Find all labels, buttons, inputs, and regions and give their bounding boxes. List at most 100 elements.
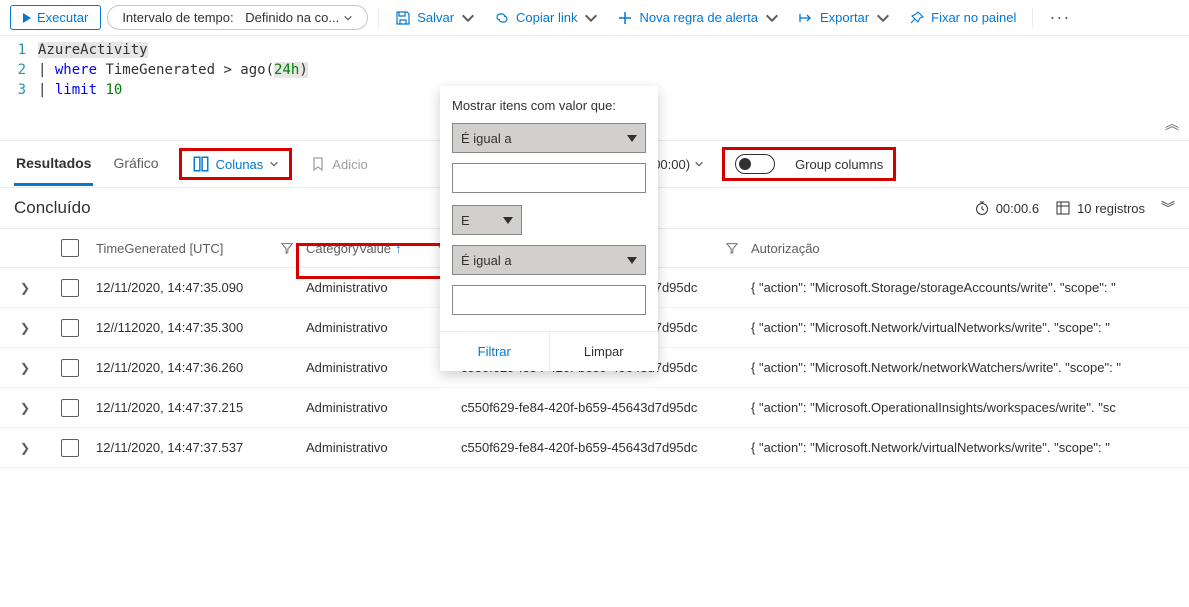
cell-correlation: c550f629-fe84-420f-b659-45643d7d95dc xyxy=(455,440,745,455)
expand-row-icon[interactable]: ❯ xyxy=(0,441,50,455)
cell-category: Administrativo xyxy=(300,320,455,335)
col-header-timegen[interactable]: TimeGenerated [UTC] xyxy=(90,241,300,256)
export-label: Exportar xyxy=(820,10,869,25)
dropdown-icon xyxy=(503,217,513,224)
cell-authorization: { "action": "Microsoft.Storage/storageAc… xyxy=(745,280,1189,295)
cell-category: Administrativo xyxy=(300,280,455,295)
record-count: 10 registros xyxy=(1055,200,1145,216)
cell-timegen: 12/11/2020, 14:47:36.260 xyxy=(90,360,300,375)
filter-popup-title: Mostrar itens com valor que: xyxy=(452,98,646,113)
time-range-value: Definido na co... xyxy=(245,10,339,25)
new-alert-button[interactable]: Nova regra de alerta xyxy=(611,6,786,30)
toolbar: Executar Intervalo de tempo: Definido na… xyxy=(0,0,1189,36)
filter-condition-2[interactable]: É igual a xyxy=(452,245,646,275)
cell-timegen: 12/11/2020, 14:47:35.090 xyxy=(90,280,300,295)
time-range-pill[interactable]: Intervalo de tempo: Definido na co... xyxy=(107,5,368,30)
dropdown-icon xyxy=(627,135,637,142)
cell-authorization: { "action": "Microsoft.OperationalInsigh… xyxy=(745,400,1189,415)
cell-timegen: 12//112020, 14:47:35.300 xyxy=(90,320,300,335)
divider xyxy=(378,8,379,28)
cell-correlation: c550f629-fe84-420f-b659-45643d7d95dc xyxy=(455,400,745,415)
cell-timegen: 12/11/2020, 14:47:37.215 xyxy=(90,400,300,415)
filter-value-1[interactable] xyxy=(452,163,646,193)
col-select-all[interactable] xyxy=(50,239,90,257)
chevron-down-icon xyxy=(764,10,780,26)
play-icon xyxy=(23,13,31,23)
pin-button[interactable]: Fixar no painel xyxy=(903,6,1022,30)
plus-icon xyxy=(617,10,633,26)
row-checkbox[interactable] xyxy=(50,279,90,297)
pin-icon xyxy=(909,10,925,26)
line-number: 3 xyxy=(0,80,38,100)
cell-authorization: { "action": "Microsoft.Network/virtualNe… xyxy=(745,320,1189,335)
copy-link-button[interactable]: Copiar link xyxy=(488,6,605,30)
more-button[interactable]: ··· xyxy=(1043,7,1076,28)
row-checkbox[interactable] xyxy=(50,399,90,417)
table-row[interactable]: ❯ 12/11/2020, 14:47:37.215 Administrativ… xyxy=(0,388,1189,428)
filter-popup: Mostrar itens com valor que: É igual a E… xyxy=(440,86,658,371)
chevron-down-icon xyxy=(343,13,353,23)
col-header-category[interactable]: CategoryValue ↑ xyxy=(300,241,455,256)
collapse-icon[interactable]: ︽ xyxy=(1165,114,1179,134)
filter-value-2[interactable] xyxy=(452,285,646,315)
filter-condition-1[interactable]: É igual a xyxy=(452,123,646,153)
expand-row-icon[interactable]: ❯ xyxy=(0,281,50,295)
run-label: Executar xyxy=(37,10,88,25)
columns-icon xyxy=(192,155,210,173)
save-button[interactable]: Salvar xyxy=(389,6,482,30)
copy-link-label: Copiar link xyxy=(516,10,577,25)
filter-icon[interactable] xyxy=(280,241,294,255)
save-icon xyxy=(395,10,411,26)
list-icon xyxy=(1055,200,1071,216)
tab-chart[interactable]: Gráfico xyxy=(111,143,160,186)
cell-timegen: 12/11/2020, 14:47:37.537 xyxy=(90,440,300,455)
chevron-down-icon xyxy=(460,10,476,26)
pin-label: Fixar no painel xyxy=(931,10,1016,25)
divider xyxy=(1032,8,1033,28)
table-row[interactable]: ❯ 12/11/2020, 14:47:37.537 Administrativ… xyxy=(0,428,1189,468)
expand-row-icon[interactable]: ❯ xyxy=(0,401,50,415)
status-completed: Concluído xyxy=(14,198,91,218)
expand-row-icon[interactable]: ❯ xyxy=(0,321,50,335)
checkbox[interactable] xyxy=(61,239,79,257)
stopwatch-icon xyxy=(974,200,990,216)
columns-label: Colunas xyxy=(216,157,264,172)
expand-icon[interactable]: ︾ xyxy=(1161,198,1175,218)
cell-category: Administrativo xyxy=(300,360,455,375)
col-header-authorization[interactable]: Autorização xyxy=(745,241,1189,256)
filter-icon[interactable] xyxy=(725,241,739,255)
columns-highlight: Colunas xyxy=(179,148,293,180)
row-checkbox[interactable] xyxy=(50,439,90,457)
add-label: Adicio xyxy=(332,157,367,172)
chevron-down-icon xyxy=(694,159,704,169)
chevron-down-icon xyxy=(875,10,891,26)
filter-clear-button[interactable]: Limpar xyxy=(549,332,659,371)
cell-category: Administrativo xyxy=(300,440,455,455)
sort-asc-icon: ↑ xyxy=(395,241,402,256)
group-columns-label: Group columns xyxy=(795,157,883,172)
time-range-label: Intervalo de tempo: xyxy=(122,10,233,25)
row-checkbox[interactable] xyxy=(50,319,90,337)
group-columns-highlight: Group columns xyxy=(722,147,896,181)
expand-row-icon[interactable]: ❯ xyxy=(0,361,50,375)
export-icon xyxy=(798,10,814,26)
add-bookmark-button[interactable]: Adicio xyxy=(310,156,367,172)
chevron-down-icon xyxy=(583,10,599,26)
group-columns-toggle[interactable] xyxy=(735,154,775,174)
columns-button[interactable]: Colunas xyxy=(192,155,280,173)
cell-category: Administrativo xyxy=(300,400,455,415)
save-label: Salvar xyxy=(417,10,454,25)
filter-apply-button[interactable]: Filtrar xyxy=(440,332,549,371)
elapsed-time: 00:00.6 xyxy=(974,200,1039,216)
chevron-down-icon xyxy=(269,159,279,169)
tab-results[interactable]: Resultados xyxy=(14,143,93,186)
dropdown-icon xyxy=(627,257,637,264)
export-button[interactable]: Exportar xyxy=(792,6,897,30)
row-checkbox[interactable] xyxy=(50,359,90,377)
bookmark-icon xyxy=(310,156,326,172)
cell-authorization: { "action": "Microsoft.Network/networkWa… xyxy=(745,360,1189,375)
filter-operator[interactable]: E xyxy=(452,205,522,235)
run-button[interactable]: Executar xyxy=(10,5,101,30)
new-alert-label: Nova regra de alerta xyxy=(639,10,758,25)
link-icon xyxy=(494,10,510,26)
